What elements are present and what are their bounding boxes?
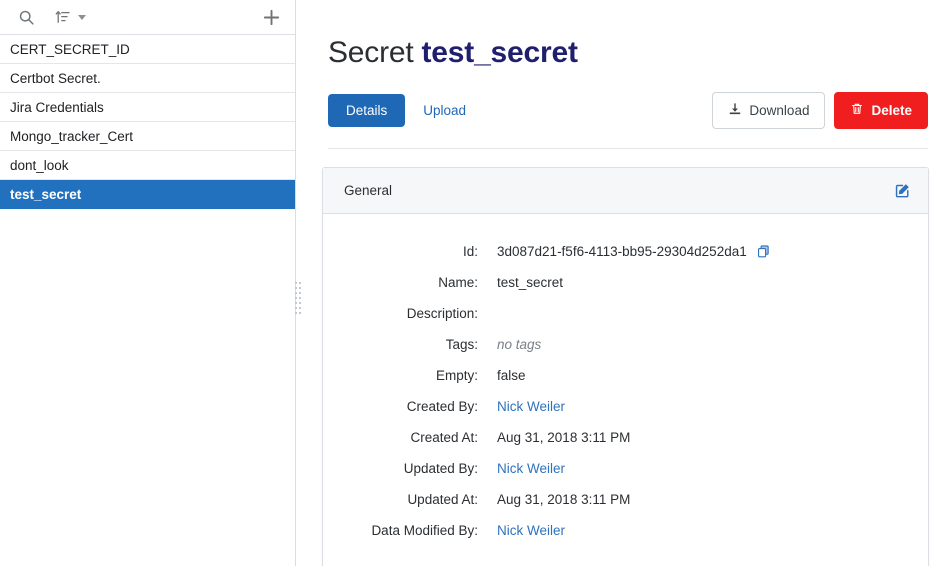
list-item[interactable]: Certbot Secret. — [0, 64, 295, 93]
search-icon[interactable] — [18, 9, 35, 26]
general-card-header: General — [323, 168, 928, 214]
detail-row-label: Data Modified By: — [371, 523, 478, 538]
sort-icon[interactable] — [55, 9, 71, 25]
detail-row-value: 3d087d21-f5f6-4113-bb95-29304d252da1 — [497, 244, 771, 259]
detail-row: Created At: Aug 31, 2018 3:11 PM — [323, 430, 928, 461]
detail-row-label: Created By: — [406, 399, 478, 414]
empty-placeholder: no tags — [497, 337, 542, 352]
detail-value-text: Aug 31, 2018 3:11 PM — [497, 430, 631, 445]
trash-icon — [850, 102, 864, 119]
plus-icon[interactable] — [262, 8, 281, 27]
detail-row: Name: test_secret — [323, 275, 928, 306]
sort-control[interactable] — [55, 9, 86, 25]
detail-row-value: test_secret — [497, 275, 563, 290]
delete-button-label: Delete — [871, 102, 912, 118]
detail-row-label: Empty: — [435, 368, 478, 383]
secrets-sidebar: CERT_SECRET_ID Certbot Secret. Jira Creden… — [0, 0, 296, 566]
page-title-prefix: Secret — [328, 36, 414, 69]
list-item[interactable]: CERT_SECRET_ID — [0, 35, 295, 64]
detail-row-value: Nick Weiler — [497, 523, 565, 538]
detail-row-value: no tags — [497, 337, 541, 352]
general-card-title: General — [344, 183, 393, 198]
detail-row-label: Id: — [462, 244, 478, 259]
detail-row: Empty: false — [323, 368, 928, 399]
detail-row: Updated By: Nick Weiler — [323, 461, 928, 492]
detail-row-label: Created At: — [410, 430, 478, 445]
detail-value-text: test_secret — [497, 275, 564, 290]
detail-row: Updated At: Aug 31, 2018 3:11 PM — [323, 492, 928, 523]
detail-row: Id: 3d087d21-f5f6-4113-bb95-29304d252da1 — [323, 244, 928, 275]
detail-value-text: Aug 31, 2018 3:11 PM — [497, 492, 631, 507]
list-item[interactable]: test_secret — [0, 180, 295, 209]
tab-details[interactable]: Details — [328, 93, 406, 127]
page-title-name: test_secret — [421, 36, 578, 69]
user-link[interactable]: Nick Weiler — [497, 399, 565, 414]
detail-row-label: Name: — [438, 275, 478, 290]
download-button-label: Download — [749, 102, 810, 118]
detail-row: Data Modified By: Nick Weiler — [323, 523, 928, 554]
toolbar-divider — [328, 148, 928, 149]
secrets-list: CERT_SECRET_ID Certbot Secret. Jira Creden… — [0, 35, 295, 566]
detail-row-value: Aug 31, 2018 3:11 PM — [497, 492, 630, 507]
page-title: Secret test_secret — [328, 36, 950, 70]
tab-upload[interactable]: Upload — [423, 103, 466, 118]
user-link[interactable]: Nick Weiler — [497, 461, 565, 476]
download-button[interactable]: Download — [712, 91, 826, 129]
sidebar-splitter[interactable] — [290, 0, 302, 566]
list-item[interactable]: dont_look — [0, 151, 295, 180]
splitter-grip-icon — [294, 282, 302, 316]
general-card-body: Id: 3d087d21-f5f6-4113-bb95-29304d252da1 N… — [323, 214, 928, 554]
general-card: General Id: 3d087d21-f5f6-4113-bb95-29304… — [322, 167, 929, 566]
detail-row-label: Updated At: — [407, 492, 478, 507]
detail-row: Tags: no tags — [323, 337, 928, 368]
chevron-down-icon[interactable] — [78, 14, 86, 20]
detail-row-label: Tags: — [445, 337, 478, 352]
detail-row: Description: — [323, 306, 928, 337]
list-item[interactable]: Jira Credentials — [0, 93, 295, 122]
detail-row-value: Nick Weiler — [497, 461, 565, 476]
detail-row: Created By: Nick Weiler — [323, 399, 928, 430]
list-item[interactable]: Mongo_tracker_Cert — [0, 122, 295, 151]
edit-icon[interactable] — [894, 182, 911, 199]
detail-row-value: Nick Weiler — [497, 399, 565, 414]
sidebar-toolbar — [0, 0, 295, 35]
detail-row-value: false — [497, 368, 526, 383]
detail-value-text: false — [497, 368, 526, 383]
user-link[interactable]: Nick Weiler — [497, 523, 565, 538]
detail-row-value: Aug 31, 2018 3:11 PM — [497, 430, 630, 445]
detail-value-text: 3d087d21-f5f6-4113-bb95-29304d252da1 — [497, 244, 747, 259]
page-toolbar: Details Upload Download Delete — [328, 91, 950, 129]
copy-icon[interactable] — [756, 244, 771, 259]
delete-button[interactable]: Delete — [834, 91, 928, 129]
download-icon — [728, 102, 742, 119]
detail-row-label: Description: — [406, 306, 478, 321]
app-window: CERT_SECRET_ID Certbot Secret. Jira Creden… — [0, 0, 950, 566]
detail-row-label: Updated By: — [403, 461, 478, 476]
